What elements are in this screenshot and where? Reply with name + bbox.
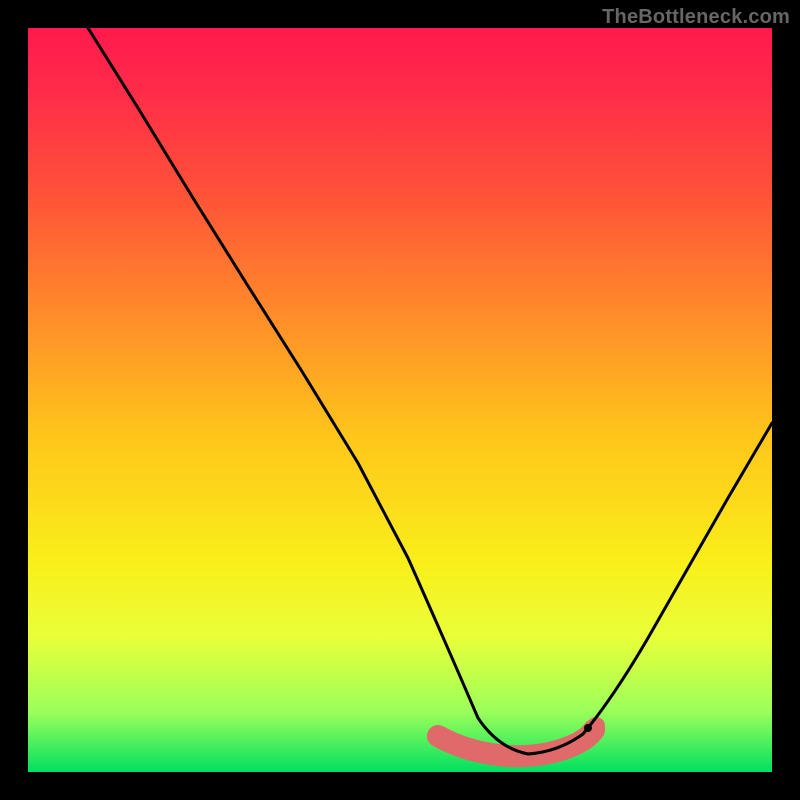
black-curve-right <box>528 423 772 754</box>
black-curve-left <box>88 28 528 754</box>
curve-svg <box>28 28 772 772</box>
black-min-dot <box>584 724 592 732</box>
plot-area <box>28 28 772 772</box>
watermark-text: TheBottleneck.com <box>602 6 790 29</box>
chart-frame: TheBottleneck.com <box>0 0 800 800</box>
